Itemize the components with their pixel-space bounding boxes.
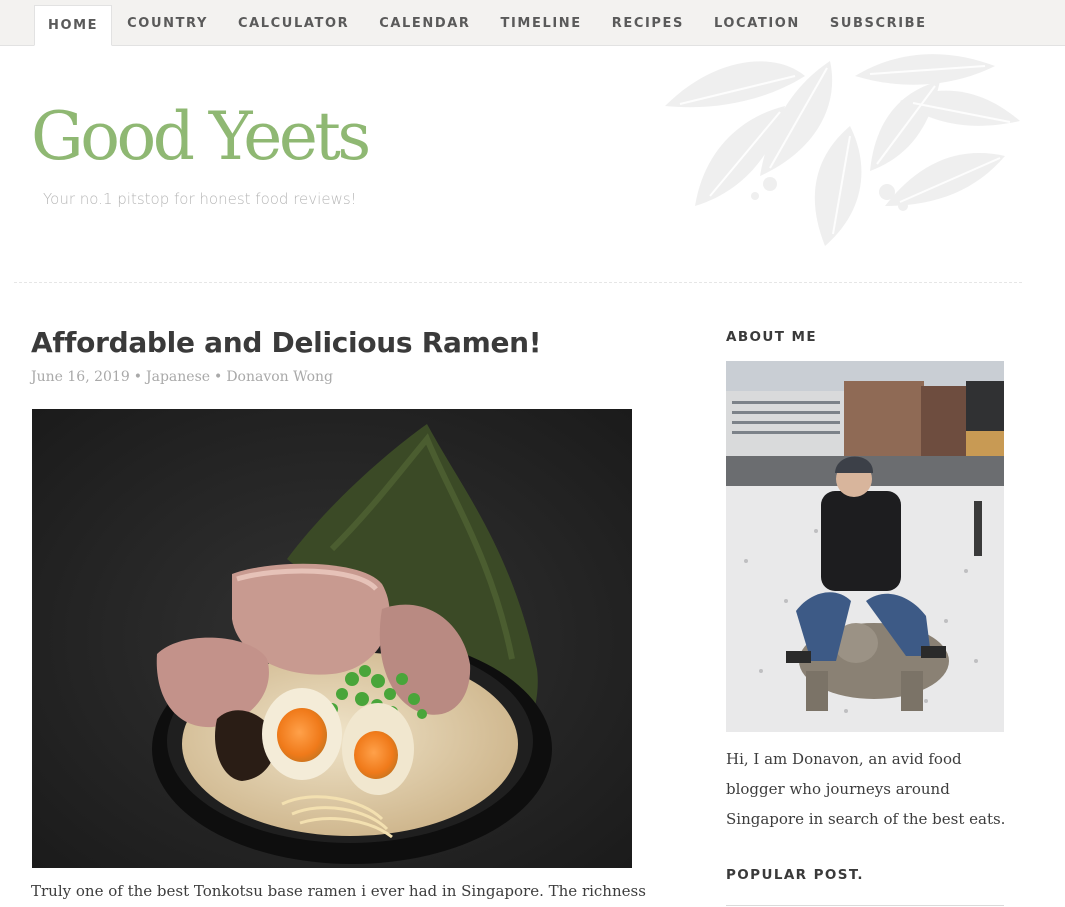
site-tagline: Your no.1 pitstop for honest food review…	[43, 190, 357, 208]
about-heading: ABOUT ME	[726, 329, 817, 345]
post-title[interactable]: Affordable and Delicious Ramen!	[31, 326, 542, 359]
about-text: Hi, I am Donavon, an avid food blogger w…	[726, 750, 1006, 828]
nav-item-home[interactable]: HOME	[34, 5, 113, 46]
post-category[interactable]: Japanese	[146, 369, 210, 385]
post-author[interactable]: Donavon Wong	[226, 369, 333, 385]
ramen-illustration	[32, 409, 632, 868]
post-date[interactable]: June 16, 2019	[31, 369, 130, 385]
nav-item-country[interactable]: COUNTRY	[112, 0, 223, 46]
nav-item-timeline[interactable]: TIMELINE	[486, 0, 597, 46]
meta-separator: •	[133, 369, 142, 385]
popular-post-heading: POPULAR POST.	[726, 867, 864, 883]
post-meta: June 16, 2019 • Japanese • Donavon Wong	[31, 369, 333, 385]
sidebar-divider	[726, 905, 1004, 906]
profile-photo[interactable]	[726, 361, 1004, 732]
nav-item-subscribe[interactable]: SUBSCRIBE	[815, 0, 942, 46]
post-excerpt: Truly one of the best Tonkotsu base rame…	[31, 882, 646, 900]
site-title[interactable]: Good Yeets	[31, 104, 371, 170]
nav-item-calendar[interactable]: CALENDAR	[364, 0, 485, 46]
header-divider	[14, 282, 1022, 283]
ramen-bowl-photo[interactable]	[32, 409, 632, 868]
meta-separator: •	[214, 369, 223, 385]
nav-item-calculator[interactable]: CALCULATOR	[223, 0, 364, 46]
profile-illustration	[726, 361, 1004, 732]
nav-menu: HOME COUNTRY CALCULATOR CALENDAR TIMELIN…	[0, 0, 1065, 46]
leaf-wreath-icon	[665, 54, 1020, 246]
nav-item-recipes[interactable]: RECIPES	[597, 0, 699, 46]
nav-item-location[interactable]: LOCATION	[699, 0, 815, 46]
top-navigation: HOME COUNTRY CALCULATOR CALENDAR TIMELIN…	[0, 0, 1065, 46]
